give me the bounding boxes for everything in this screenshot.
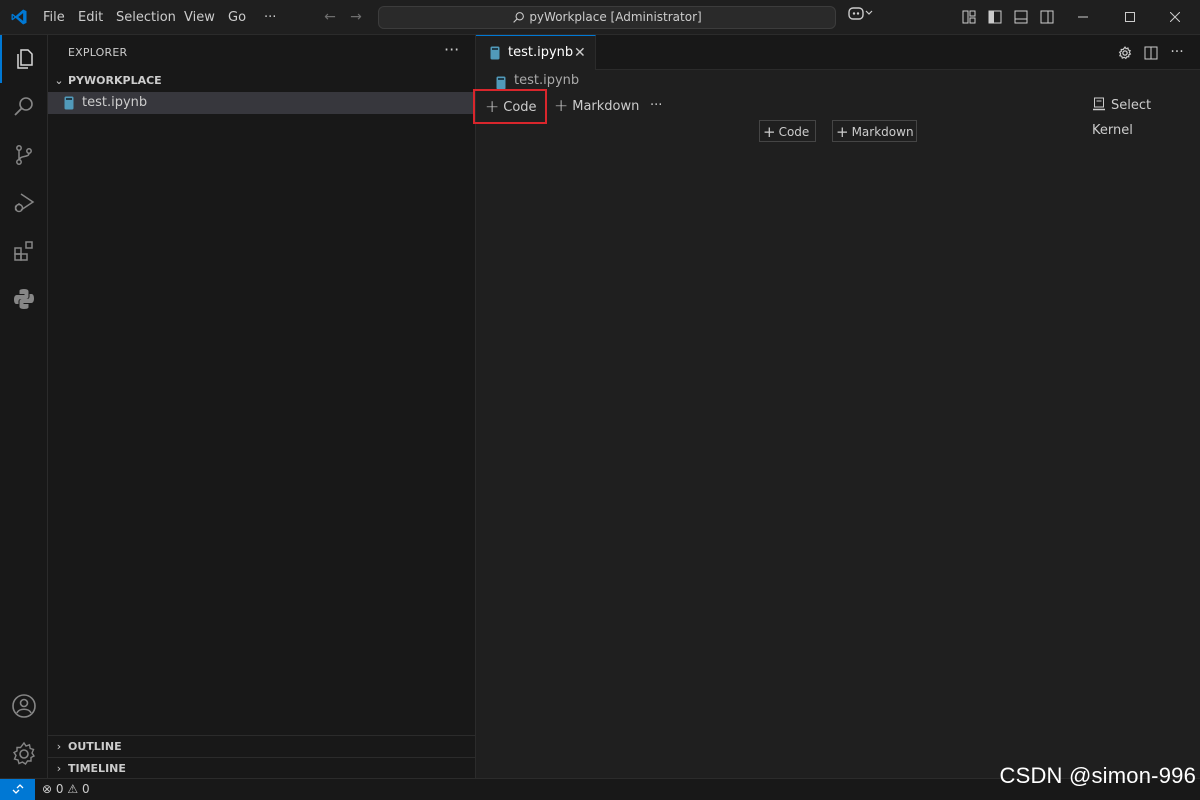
timeline-section-header[interactable]: › TIMELINE: [48, 757, 475, 779]
copilot-icon[interactable]: [846, 0, 876, 35]
minimize-icon[interactable]: [1068, 0, 1098, 35]
menu-edit[interactable]: Edit: [70, 0, 111, 35]
plus-icon: +: [763, 123, 776, 141]
remote-indicator-icon[interactable]: [0, 779, 35, 800]
notebook-settings-gear-icon[interactable]: [1112, 35, 1138, 70]
back-arrow-icon[interactable]: ←: [320, 0, 340, 35]
insert-markdown-cell-button[interactable]: + Markdown: [832, 120, 917, 142]
toggle-secondary-sidebar-icon[interactable]: [1038, 0, 1056, 35]
editor-area: test.ipynb ✕ ··· test.ipynb + Code + Markd…: [473, 35, 1200, 778]
tab-label: test.ipynb: [508, 45, 574, 60]
split-editor-icon[interactable]: [1138, 35, 1164, 70]
plus-icon: +: [554, 96, 569, 116]
close-window-icon[interactable]: [1160, 0, 1190, 35]
search-icon: [513, 12, 525, 23]
plus-icon: +: [836, 123, 849, 141]
problems-indicator[interactable]: ⊗ 0 ⚠ 0: [42, 779, 90, 800]
run-debug-icon[interactable]: [0, 179, 48, 227]
forward-arrow-icon[interactable]: →: [346, 0, 366, 35]
account-icon[interactable]: [0, 682, 48, 730]
insert-code-cell-button[interactable]: + Code: [759, 120, 816, 142]
add-markdown-cell-button[interactable]: + Markdown: [548, 93, 645, 118]
chevron-right-icon: ›: [56, 762, 62, 775]
menu-go[interactable]: Go: [220, 0, 254, 35]
folder-section-header[interactable]: ⌄ PYWORKPLACE: [48, 70, 475, 92]
insert-code-label: Code: [778, 125, 810, 139]
warning-count: 0: [81, 782, 90, 796]
select-kernel-button[interactable]: Select Kernel: [1086, 93, 1200, 138]
timeline-label: TIMELINE: [68, 762, 126, 775]
outline-section-header[interactable]: › OUTLINE: [48, 735, 475, 757]
notebook-file-icon: [496, 76, 506, 90]
python-icon[interactable]: [0, 275, 48, 323]
tab-test-ipynb[interactable]: test.ipynb ✕: [476, 35, 596, 70]
notebook-toolbar-more-icon[interactable]: ···: [644, 93, 668, 118]
notebook-file-icon: [490, 46, 500, 60]
title-bar: File Edit Selection View Go ··· ← → pyWo…: [0, 0, 1200, 35]
explorer-sidebar: EXPLORER ··· ⌄ PYWORKPLACE test.ipynb › …: [48, 35, 476, 778]
chevron-right-icon: ›: [56, 740, 62, 753]
toggle-sidebar-icon[interactable]: [986, 0, 1004, 35]
file-item-label: test.ipynb: [82, 95, 148, 110]
search-icon[interactable]: [0, 83, 48, 131]
add-code-cell-button[interactable]: + Code: [473, 89, 547, 124]
command-center-label: pyWorkplace [Administrator]: [529, 10, 702, 24]
watermark: CSDN @simon-996: [999, 763, 1196, 788]
menu-selection[interactable]: Selection: [108, 0, 184, 35]
menu-view[interactable]: View: [176, 0, 223, 35]
file-item-test-ipynb[interactable]: test.ipynb: [48, 92, 475, 114]
add-code-label: Code: [503, 100, 537, 115]
insert-markdown-label: Markdown: [851, 125, 914, 139]
maximize-icon[interactable]: [1115, 0, 1145, 35]
breadcrumb[interactable]: test.ipynb: [496, 73, 580, 90]
plus-icon: +: [485, 97, 500, 117]
source-control-icon[interactable]: [0, 131, 48, 179]
extensions-icon[interactable]: [0, 227, 48, 275]
vscode-logo-icon: [11, 9, 27, 25]
warning-icon: ⚠: [67, 782, 79, 796]
command-center-search[interactable]: pyWorkplace [Administrator]: [378, 6, 836, 29]
error-count: 0: [55, 782, 64, 796]
notebook-file-icon: [64, 96, 74, 110]
explorer-icon[interactable]: [0, 35, 48, 83]
tab-bar: test.ipynb ✕ ···: [476, 35, 1200, 70]
menu-more-icon[interactable]: ···: [256, 0, 284, 35]
error-icon: ⊗: [42, 782, 53, 796]
folder-name: PYWORKPLACE: [68, 74, 162, 87]
editor-more-icon[interactable]: ···: [1164, 35, 1190, 70]
menu-file[interactable]: File: [35, 0, 73, 35]
layout-icon[interactable]: [960, 0, 978, 35]
add-markdown-label: Markdown: [572, 99, 640, 114]
activity-bar: [0, 35, 48, 778]
tab-close-icon[interactable]: ✕: [574, 36, 586, 70]
sidebar-title: EXPLORER: [68, 46, 128, 59]
chevron-down-icon: ⌄: [54, 74, 64, 87]
kernel-icon: [1093, 97, 1105, 111]
outline-label: OUTLINE: [68, 740, 122, 753]
toggle-panel-icon[interactable]: [1012, 0, 1030, 35]
sidebar-more-icon[interactable]: ···: [444, 40, 459, 59]
manage-gear-icon[interactable]: [0, 730, 48, 778]
breadcrumb-label: test.ipynb: [514, 73, 580, 88]
